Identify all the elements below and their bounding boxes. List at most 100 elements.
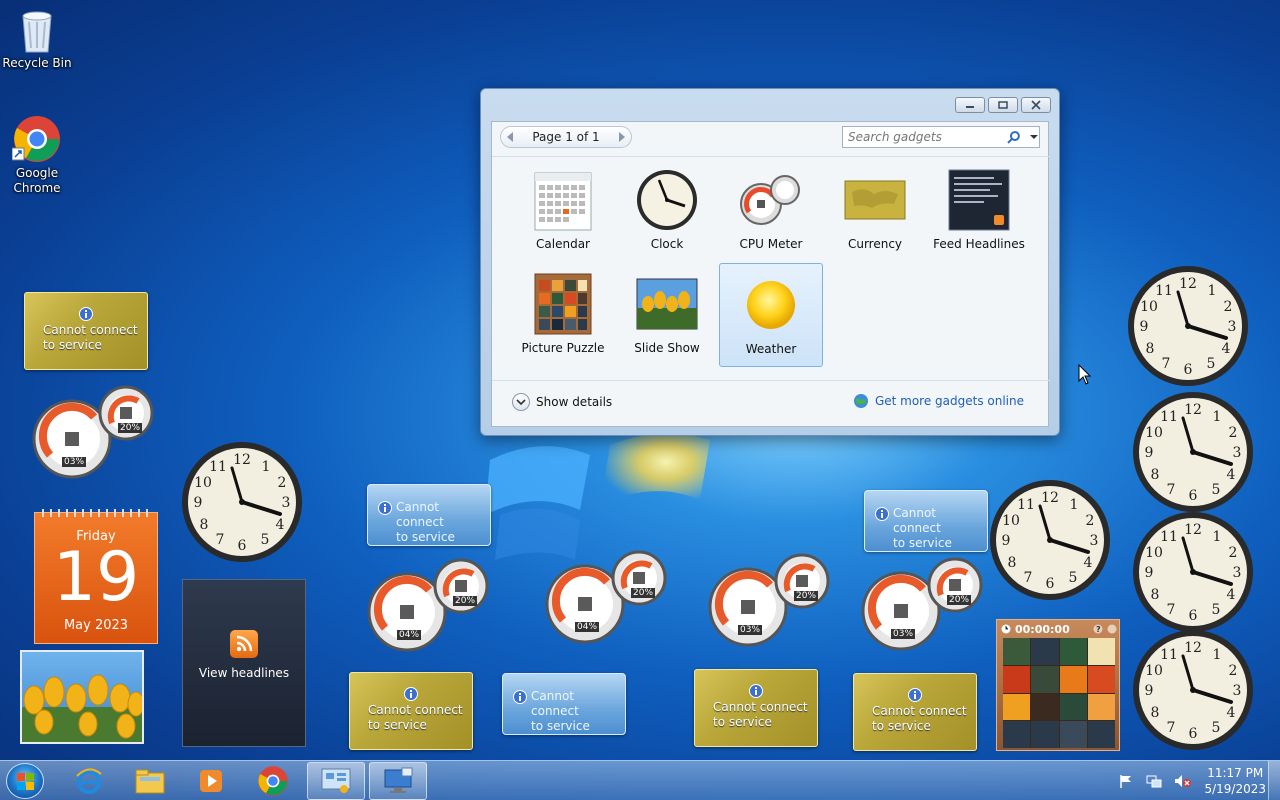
search-input[interactable] (843, 130, 1002, 144)
restore-button[interactable] (988, 97, 1018, 113)
calendar-gadget-icon (528, 165, 598, 235)
svg-text:2: 2 (1224, 299, 1233, 315)
svg-text:1: 1 (262, 459, 271, 475)
svg-text:5: 5 (1069, 570, 1078, 586)
gadget-label: CPU Meter (739, 237, 803, 251)
clock-gadget[interactable]: 12 12 3 45678 9 1011 (1131, 390, 1255, 514)
currency-gadget[interactable]: Cannot connect to service (24, 292, 148, 370)
show-desktop-button[interactable] (1268, 761, 1280, 800)
feed-headlines-gadget[interactable]: View headlines (182, 579, 306, 747)
taskbar: 11:17 PM 5/19/2023 (0, 760, 1280, 800)
gadget-tile-weather[interactable]: Weather (719, 263, 823, 367)
svg-text:4: 4 (1227, 467, 1236, 483)
taskbar-file-explorer[interactable] (121, 762, 179, 800)
svg-text:12: 12 (1179, 276, 1197, 292)
clock-gadget[interactable]: 12 12 3 45678 9 1011 (1131, 628, 1255, 752)
prev-page-button[interactable] (507, 132, 513, 142)
cpu-meter-gadget[interactable]: 04% 20% (545, 548, 669, 644)
taskbar-clock[interactable]: 11:17 PM 5/19/2023 (1204, 765, 1266, 797)
picture-puzzle-gadget[interactable]: 00:00:00 ? (996, 619, 1120, 751)
gadget-label: Picture Puzzle (521, 341, 605, 355)
restore-icon (998, 101, 1008, 109)
svg-text:5: 5 (1212, 720, 1221, 736)
taskbar-remote-desktop[interactable] (369, 762, 427, 800)
chevron-down-icon[interactable] (1029, 133, 1039, 141)
svg-text:6: 6 (238, 538, 247, 554)
gadget-tile-picture-puzzle[interactable]: Picture Puzzle (511, 263, 615, 367)
internet-explorer-icon (76, 768, 102, 794)
gadget-tile-currency[interactable]: Currency (823, 159, 927, 263)
gadget-tile-clock[interactable]: Clock (615, 159, 719, 263)
svg-text:7: 7 (1024, 570, 1033, 586)
taskbar-media-player[interactable] (182, 762, 240, 800)
svg-text:4: 4 (1222, 341, 1231, 357)
picture-icon[interactable] (1107, 624, 1117, 634)
gadget-label: Clock (650, 237, 684, 251)
chrome-icon (258, 766, 288, 796)
svg-text:6: 6 (1189, 608, 1198, 624)
error-message-line1: Cannot connect (43, 323, 138, 337)
svg-text:12: 12 (1184, 522, 1202, 538)
close-button[interactable] (1021, 97, 1051, 113)
get-more-gadgets-link[interactable]: Get more gadgets online (853, 393, 1024, 409)
svg-text:1: 1 (1070, 497, 1079, 513)
svg-text:1: 1 (1213, 647, 1222, 663)
svg-text:5: 5 (1207, 356, 1216, 372)
weather-gadget[interactable]: Cannot connect to service (502, 673, 626, 735)
svg-text:10: 10 (1145, 663, 1163, 679)
svg-text:?: ? (1096, 625, 1101, 634)
currency-gadget[interactable]: Cannot connect to service (853, 673, 977, 751)
start-button[interactable] (6, 763, 44, 799)
svg-text:11: 11 (1160, 647, 1178, 663)
weather-gadget[interactable]: Cannot connect to service (367, 484, 491, 546)
error-message-line2: to service (43, 338, 102, 352)
next-page-button[interactable] (619, 132, 625, 142)
cpu-meter-gadget[interactable]: 03% 20% (32, 383, 156, 479)
show-details-toggle[interactable]: Show details (512, 393, 612, 411)
clock-gadget[interactable]: 12 12 3 45678 9 1011 (1126, 264, 1250, 388)
search-box (842, 126, 1040, 148)
weather-gadget[interactable]: Cannot connect to service (864, 490, 988, 552)
desktop-icon-recycle-bin[interactable]: Recycle Bin (2, 8, 72, 71)
info-icon (79, 307, 93, 321)
desktop-icon-google-chrome[interactable]: Google Chrome (2, 114, 72, 196)
chrome-label: Google Chrome (13, 166, 61, 195)
folder-icon (135, 769, 165, 794)
currency-gadget[interactable]: Cannot connect to service (349, 672, 473, 750)
gadget-grid: Calendar Clock CPU Meter Currency Feed H… (492, 156, 1050, 372)
gadget-tile-calendar[interactable]: Calendar (511, 159, 615, 263)
network-icon[interactable] (1146, 773, 1162, 789)
svg-text:7: 7 (1167, 720, 1176, 736)
slide-show-gadget[interactable] (20, 650, 144, 744)
svg-text:2: 2 (1229, 425, 1238, 441)
svg-text:1: 1 (1213, 409, 1222, 425)
cpu-meter-gadget[interactable]: 03% 20% (861, 555, 985, 651)
clock-gadget[interactable]: 12 12 3 45678 9 1011 (988, 478, 1112, 602)
view-headlines-link[interactable]: View headlines (183, 666, 305, 680)
svg-text:2: 2 (1229, 545, 1238, 561)
gadget-tile-slide-show[interactable]: Slide Show (615, 263, 719, 367)
search-icon[interactable] (1007, 130, 1021, 144)
calendar-gadget[interactable]: Friday 19 May 2023 (34, 509, 158, 644)
action-center-flag-icon[interactable] (1118, 773, 1134, 789)
help-icon[interactable]: ? (1093, 624, 1103, 634)
puzzle-tiles[interactable] (1003, 638, 1115, 748)
gadget-tile-cpu-meter[interactable]: CPU Meter (719, 159, 823, 263)
gadget-tile-feed-headlines[interactable]: Feed Headlines (927, 159, 1031, 263)
error-message-line1: Cannot connect (368, 703, 463, 717)
taskbar-gadgets[interactable] (307, 762, 365, 800)
recycle-bin-label: Recycle Bin (2, 56, 72, 70)
taskbar-internet-explorer[interactable] (60, 762, 118, 800)
clock-gadget[interactable]: 12 12 3 45678 9 1011 (1131, 510, 1255, 634)
minimize-button[interactable] (955, 97, 985, 113)
volume-muted-icon[interactable] (1174, 773, 1192, 789)
cpu-meter-gadget[interactable]: 04% 20% (367, 556, 491, 652)
taskbar-google-chrome[interactable] (244, 762, 302, 800)
svg-text:9: 9 (1140, 319, 1149, 335)
svg-text:6: 6 (1046, 576, 1055, 592)
clock-gadget[interactable]: 12 12 3 45678 9 1011 (180, 440, 304, 564)
currency-gadget[interactable]: Cannot connect to service (694, 669, 818, 747)
feed-headlines-gadget-icon (944, 165, 1014, 235)
error-message-line1: Cannot connect (893, 506, 941, 535)
cpu-meter-gadget[interactable]: 03% 20% (708, 551, 832, 647)
